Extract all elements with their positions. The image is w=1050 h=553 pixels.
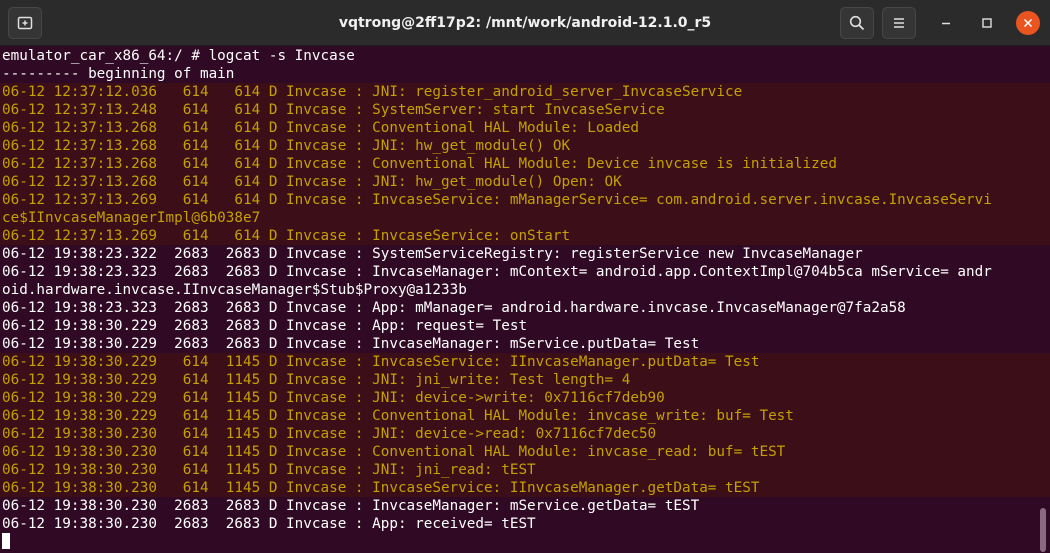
terminal-line: 06-12 12:37:13.248 614 614 D Invcase : S…: [0, 101, 1050, 119]
terminal-line: --------- beginning of main: [2, 66, 235, 82]
terminal-window: vqtrong@2ff17p2: /mnt/work/android-12.1.…: [0, 0, 1050, 553]
terminal-line: 06-12 19:38:23.323 2683 2683 D Invcase :…: [2, 300, 906, 316]
terminal-line: 06-12 19:38:30.229 2683 2683 D Invcase :…: [2, 336, 700, 352]
terminal-line: 06-12 19:38:30.230 2683 2683 D Invcase :…: [2, 498, 700, 514]
terminal-line: 06-12 19:38:30.230 614 1145 D Invcase : …: [0, 443, 1050, 461]
terminal-line: 06-12 12:37:13.269 614 614 D Invcase : I…: [0, 191, 1050, 209]
minimize-icon: [942, 22, 950, 25]
maximize-button[interactable]: [975, 11, 999, 35]
terminal-line: 06-12 19:38:30.230 614 1145 D Invcase : …: [0, 461, 1050, 479]
hamburger-menu-icon: [894, 18, 904, 28]
header-bar: vqtrong@2ff17p2: /mnt/work/android-12.1.…: [0, 0, 1050, 46]
new-tab-button[interactable]: [8, 7, 42, 39]
terminal-line: 06-12 19:38:30.229 614 1145 D Invcase : …: [0, 371, 1050, 389]
terminal-line: 06-12 19:38:23.322 2683 2683 D Invcase :…: [2, 246, 863, 262]
close-button[interactable]: [1016, 11, 1040, 35]
terminal-line: 06-12 19:38:30.230 2683 2683 D Invcase :…: [2, 516, 536, 532]
new-tab-icon: [17, 16, 33, 30]
close-icon: [1023, 18, 1033, 28]
terminal-line: 06-12 12:37:13.268 614 614 D Invcase : J…: [0, 137, 1050, 155]
terminal-line: 06-12 12:37:13.268 614 614 D Invcase : J…: [0, 173, 1050, 191]
prompt-line: [0, 533, 1050, 551]
menu-button[interactable]: [882, 7, 916, 39]
minimize-button[interactable]: [934, 11, 958, 35]
search-icon: [849, 15, 865, 31]
terminal-line: 06-12 12:37:13.269 614 614 D Invcase : I…: [0, 227, 1050, 245]
terminal-line: 06-12 19:38:30.230 614 1145 D Invcase : …: [0, 479, 1050, 497]
terminal-line: 06-12 12:37:13.268 614 614 D Invcase : C…: [0, 119, 1050, 137]
terminal-output[interactable]: emulator_car_x86_64:/ # logcat -s Invcas…: [0, 47, 1050, 553]
terminal-line: 06-12 19:38:30.229 614 1145 D Invcase : …: [0, 353, 1050, 371]
text-cursor: [2, 533, 10, 549]
terminal-line: 06-12 12:37:13.268 614 614 D Invcase : C…: [0, 155, 1050, 173]
terminal-line: 06-12 19:38:30.229 614 1145 D Invcase : …: [0, 407, 1050, 425]
terminal-line: oid.hardware.invcase.IInvcaseManager$Stu…: [2, 282, 467, 298]
terminal-line: ce$IInvcaseManagerImpl@6b038e7: [0, 209, 1050, 227]
terminal-line: 06-12 19:38:30.229 2683 2683 D Invcase :…: [2, 318, 528, 334]
terminal-scrollbar[interactable]: [1040, 508, 1046, 552]
terminal-line: 06-12 19:38:30.229 614 1145 D Invcase : …: [0, 389, 1050, 407]
terminal-line: 06-12 12:37:12.036 614 614 D Invcase : J…: [0, 83, 1050, 101]
terminal-line: 06-12 19:38:23.323 2683 2683 D Invcase :…: [2, 264, 992, 280]
maximize-icon: [982, 18, 992, 28]
terminal-line: emulator_car_x86_64:/ # logcat -s Invcas…: [2, 48, 355, 64]
terminal-line: 06-12 19:38:30.230 614 1145 D Invcase : …: [0, 425, 1050, 443]
search-button[interactable]: [840, 7, 874, 39]
